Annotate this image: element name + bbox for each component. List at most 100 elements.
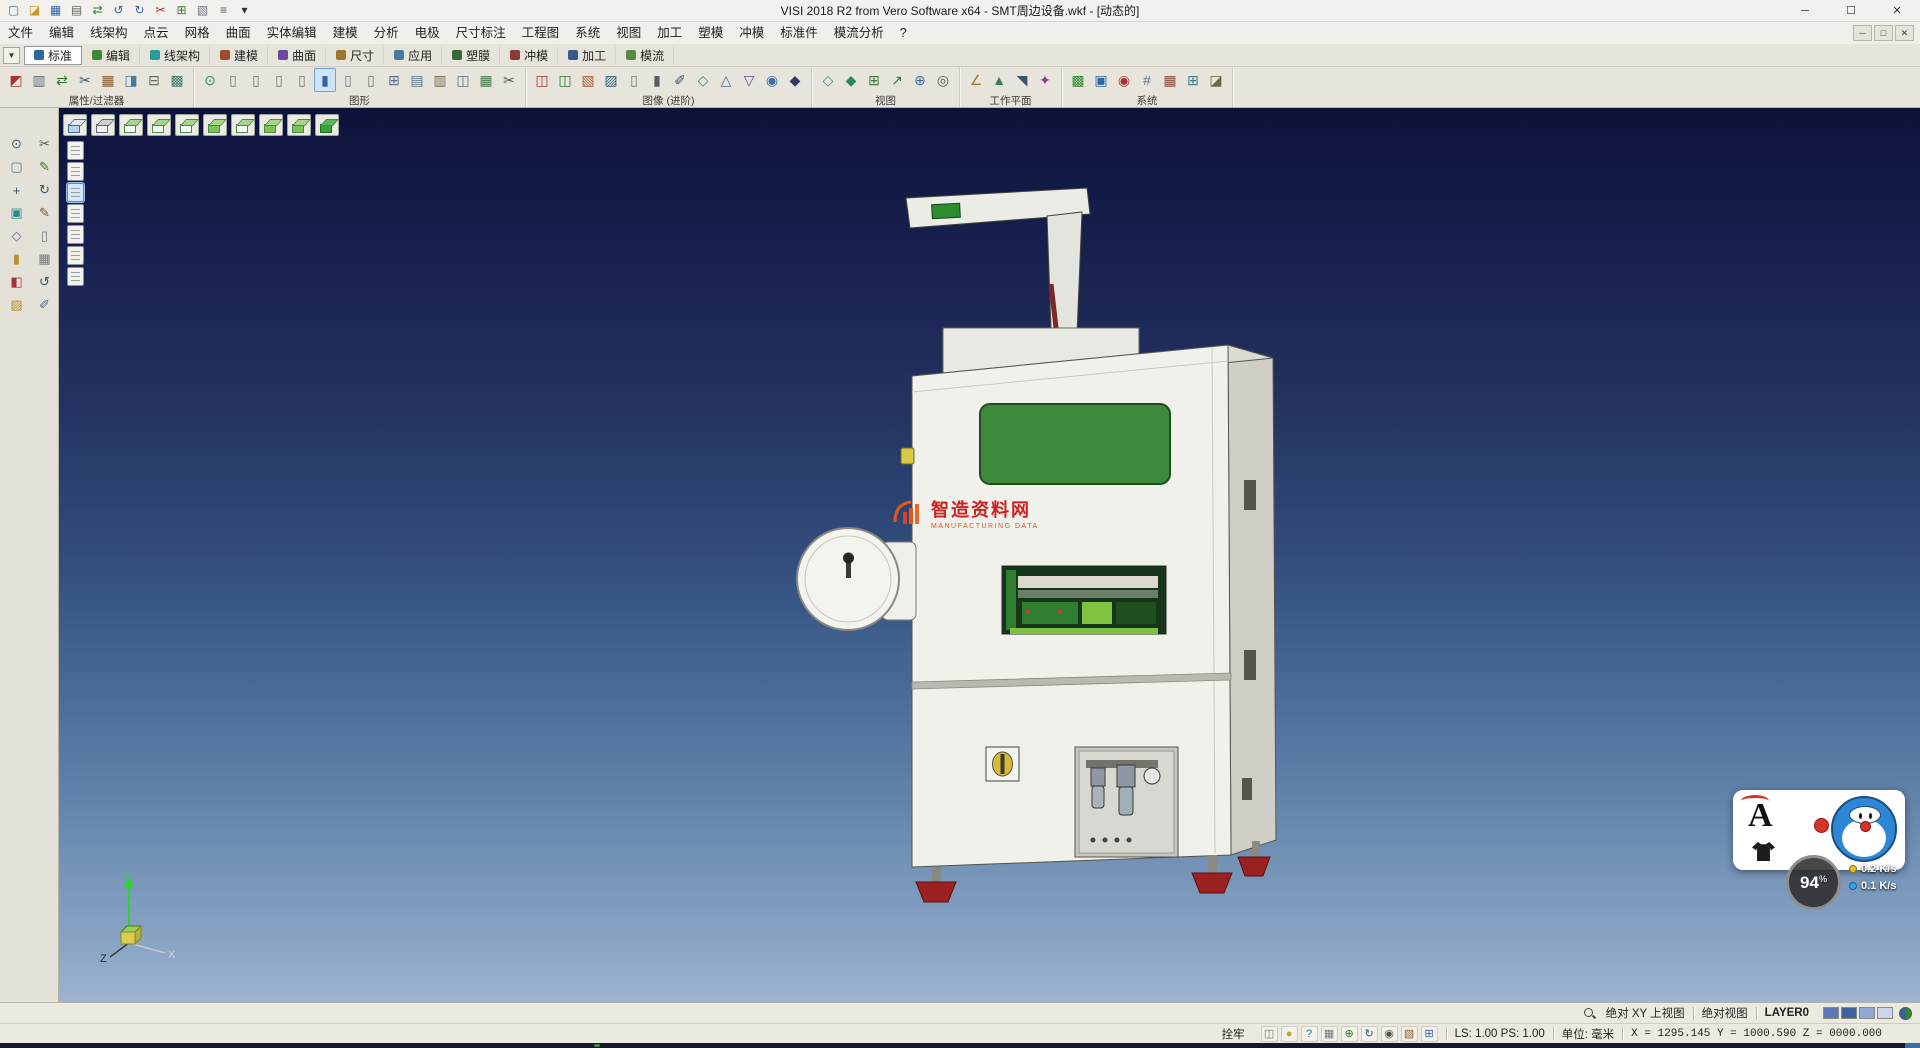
toolbar-icon[interactable]: ▥ xyxy=(28,68,50,92)
toolbar-icon[interactable]: ▤ xyxy=(406,68,428,92)
minimize-button[interactable]: ─ xyxy=(1782,0,1828,22)
layer-label[interactable]: LAYER0 xyxy=(1757,1007,1817,1019)
menu-item[interactable]: 曲面 xyxy=(218,22,259,44)
toolbar-icon[interactable]: ◫ xyxy=(531,68,553,92)
toolbar-icon[interactable]: ▦ xyxy=(1159,68,1181,92)
toolbar-icon[interactable]: ✂ xyxy=(74,68,96,92)
3d-viewport[interactable]: 智造资料网 MANUFACTURING DATA Y X Z A 94 xyxy=(59,108,1920,1002)
ribbon-tab[interactable]: 建模 xyxy=(210,46,268,65)
status-tool-icon[interactable]: ↻ xyxy=(1361,1026,1378,1042)
sidebar-tool-icon[interactable]: ▮ xyxy=(5,249,28,269)
ribbon-tab[interactable]: 线架构 xyxy=(140,46,210,65)
machine-3d-model[interactable] xyxy=(760,180,1320,920)
menu-item[interactable]: 冲模 xyxy=(731,22,772,44)
ribbon-tab[interactable]: 曲面 xyxy=(268,46,326,65)
clipboard-icon[interactable] xyxy=(67,162,84,181)
clipboard-icon[interactable] xyxy=(67,183,84,202)
lock-label[interactable]: 拴牢 xyxy=(1214,1026,1253,1042)
clipboard-icon[interactable] xyxy=(67,141,84,160)
status-tool-icon[interactable]: ◫ xyxy=(1261,1026,1278,1042)
status-tool-icon[interactable]: ◉ xyxy=(1381,1026,1398,1042)
sidebar-tool-icon[interactable]: ▣ xyxy=(5,203,28,223)
status-tool-icon[interactable]: ● xyxy=(1281,1026,1298,1042)
quick-access-icon[interactable]: ◪ xyxy=(25,2,44,19)
toolbar-icon[interactable]: ✦ xyxy=(1034,68,1056,92)
menu-item[interactable]: 加工 xyxy=(649,22,690,44)
status-tool-icon[interactable]: ▦ xyxy=(1321,1026,1338,1042)
sidebar-tool-icon[interactable]: ▦ xyxy=(33,249,56,269)
toolbar-icon[interactable]: ▯ xyxy=(623,68,645,92)
sidebar-tool-icon[interactable]: ✎ xyxy=(33,157,56,177)
toolbar-icon[interactable]: ▲ xyxy=(988,68,1010,92)
sidebar-tool-icon[interactable]: ↻ xyxy=(33,180,56,200)
maximize-button[interactable]: ☐ xyxy=(1828,0,1874,22)
menu-item[interactable]: ? xyxy=(892,22,915,44)
color-bar[interactable] xyxy=(1823,1007,1839,1019)
quick-access-icon[interactable]: ↺ xyxy=(109,2,128,19)
battery-percent-widget[interactable]: 94 % xyxy=(1786,855,1841,910)
ribbon-tab[interactable]: 应用 xyxy=(384,46,442,65)
view-cube-icon[interactable] xyxy=(259,114,283,136)
toolbar-icon[interactable]: ▽ xyxy=(738,68,760,92)
mdi-close-button[interactable]: ✕ xyxy=(1895,25,1914,41)
search-icon[interactable] xyxy=(1583,1007,1596,1020)
view-cube-icon[interactable] xyxy=(203,114,227,136)
menu-item[interactable]: 分析 xyxy=(366,22,407,44)
toolbar-icon[interactable]: ▮ xyxy=(646,68,668,92)
menu-item[interactable]: 模流分析 xyxy=(826,22,892,44)
toolbar-icon[interactable]: ▯ xyxy=(268,68,290,92)
sidebar-tool-icon[interactable]: ⊙ xyxy=(5,134,28,154)
menu-item[interactable]: 编辑 xyxy=(41,22,82,44)
toolbar-icon[interactable]: ◉ xyxy=(1113,68,1135,92)
toolbar-icon[interactable]: ◆ xyxy=(840,68,862,92)
quick-access-icon[interactable]: ⊞ xyxy=(172,2,191,19)
ribbon-tab[interactable]: 冲模 xyxy=(500,46,558,65)
view-orientation-label[interactable]: 绝对 XY 上视图 xyxy=(1598,1005,1693,1021)
toolbar-icon[interactable]: ∠ xyxy=(965,68,987,92)
ribbon-tab[interactable]: 加工 xyxy=(558,46,616,65)
toolbar-icon[interactable]: ⇄ xyxy=(51,68,73,92)
sidebar-tool-icon[interactable]: ▢ xyxy=(5,157,28,177)
toolbar-icon[interactable]: ✐ xyxy=(669,68,691,92)
clipboard-icon[interactable] xyxy=(67,246,84,265)
view-reference-label[interactable]: 绝对视图 xyxy=(1694,1005,1756,1021)
status-tool-icon[interactable]: ▧ xyxy=(1401,1026,1418,1042)
toolbar-icon[interactable]: ⊟ xyxy=(143,68,165,92)
toolbar-icon[interactable]: ▯ xyxy=(360,68,382,92)
tab-dropdown-button[interactable]: ▼ xyxy=(3,47,20,64)
clipboard-icon[interactable] xyxy=(67,267,84,286)
toolbar-icon[interactable]: ▦ xyxy=(475,68,497,92)
ribbon-tab[interactable]: 编辑 xyxy=(82,46,140,65)
toolbar-icon[interactable]: ◨ xyxy=(120,68,142,92)
sidebar-tool-icon[interactable]: ◧ xyxy=(5,272,28,292)
toolbar-icon[interactable]: ▣ xyxy=(1090,68,1112,92)
status-tool-icon[interactable]: ⊞ xyxy=(1421,1026,1438,1042)
toolbar-icon[interactable]: ✂ xyxy=(498,68,520,92)
view-cube-icon[interactable] xyxy=(63,114,87,136)
toolbar-icon[interactable]: ▮ xyxy=(314,68,336,92)
quick-access-icon[interactable]: ⇄ xyxy=(88,2,107,19)
toolbar-icon[interactable]: ⊙ xyxy=(199,68,221,92)
menu-item[interactable]: 网格 xyxy=(177,22,218,44)
toolbar-icon[interactable]: ▧ xyxy=(577,68,599,92)
toolbar-icon[interactable]: ▯ xyxy=(222,68,244,92)
toolbar-icon[interactable]: ◇ xyxy=(817,68,839,92)
menu-item[interactable]: 尺寸标注 xyxy=(448,22,514,44)
menu-item[interactable]: 标准件 xyxy=(772,22,826,44)
toolbar-icon[interactable]: ▩ xyxy=(1067,68,1089,92)
quick-access-icon[interactable]: ≡ xyxy=(214,2,233,19)
sidebar-tool-icon[interactable]: + xyxy=(5,180,28,200)
toolbar-icon[interactable]: ▯ xyxy=(291,68,313,92)
ribbon-tab[interactable]: 标准 xyxy=(24,46,82,65)
quick-access-icon[interactable]: ▢ xyxy=(4,2,23,19)
quick-access-icon[interactable]: ▦ xyxy=(46,2,65,19)
view-cube-icon[interactable] xyxy=(175,114,199,136)
mdi-restore-button[interactable]: □ xyxy=(1874,25,1893,41)
toolbar-icon[interactable]: ⊞ xyxy=(383,68,405,92)
view-cube-icon[interactable] xyxy=(231,114,255,136)
view-cube-icon[interactable] xyxy=(119,114,143,136)
ribbon-tab[interactable]: 模流 xyxy=(616,46,674,65)
toolbar-icon[interactable]: ⊞ xyxy=(863,68,885,92)
toolbar-icon[interactable]: ◇ xyxy=(692,68,714,92)
sidebar-tool-icon[interactable]: ✐ xyxy=(33,295,56,315)
